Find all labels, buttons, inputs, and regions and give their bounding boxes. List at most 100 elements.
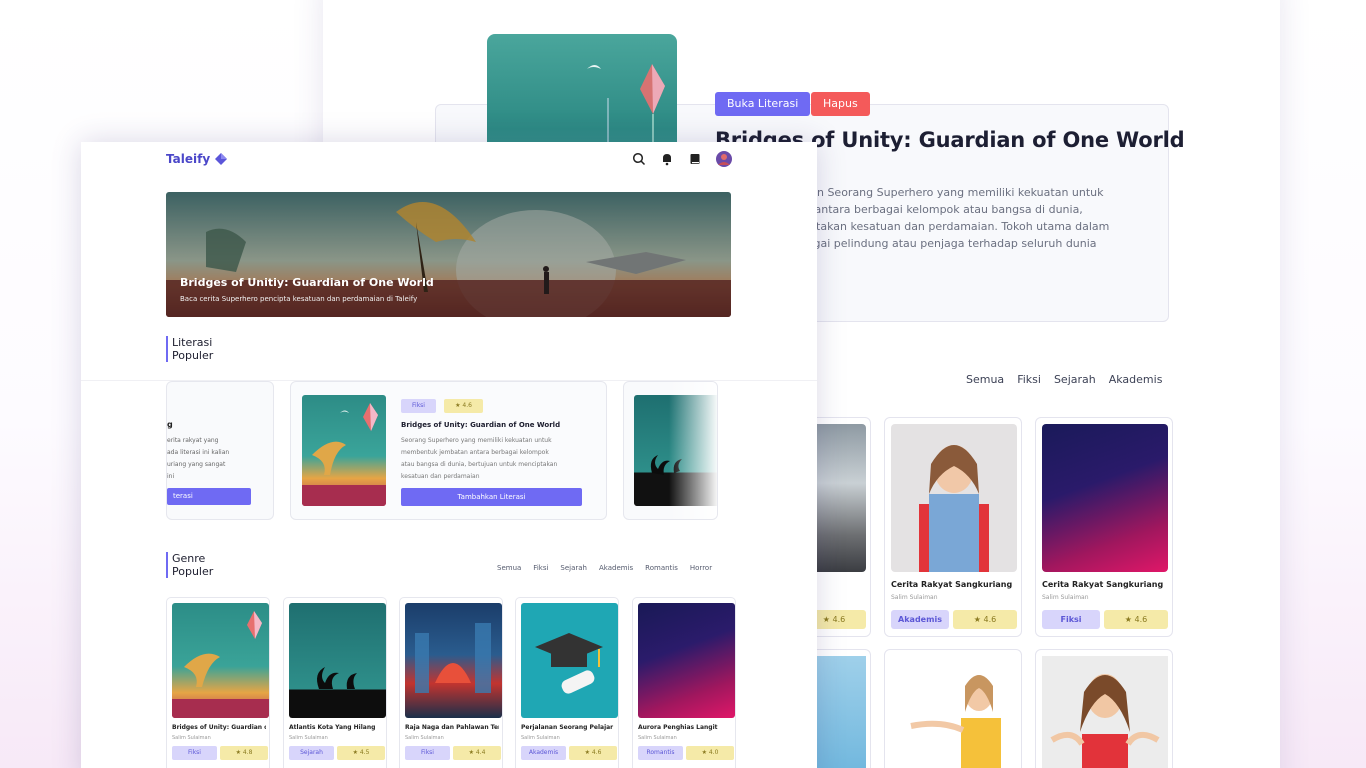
- desc-line: ebagai pelindung atau penjaga terhadap s…: [793, 237, 1097, 250]
- hero-subtitle: Baca cerita Superhero pencipta kesatuan …: [180, 295, 418, 303]
- star-icon: ★: [352, 749, 360, 756]
- genre-badge[interactable]: Fiksi: [405, 746, 450, 760]
- book-author: Salim Sulaiman: [521, 735, 560, 741]
- tab-sejarah[interactable]: Sejarah: [560, 564, 587, 572]
- tab-akademis[interactable]: Akademis: [599, 564, 633, 572]
- genre-badge[interactable]: Romantis: [638, 746, 683, 760]
- slide-cover: [302, 395, 386, 506]
- genre-badge[interactable]: Sejarah: [289, 746, 334, 760]
- carousel-slide[interactable]: [623, 381, 718, 520]
- open-literacy-button[interactable]: Buka Literasi: [715, 92, 811, 116]
- desc-line: takan Seorang Superhero yang memiliki ke…: [793, 186, 1104, 199]
- add-literacy-button[interactable]: terasi: [167, 488, 251, 505]
- avatar[interactable]: [716, 151, 732, 167]
- book-title: Aurora Penghias Langit: [638, 724, 718, 731]
- book-title: Atlantis Kota Yang Hilang: [289, 724, 376, 731]
- book-icon[interactable]: [688, 151, 702, 165]
- genre-badge[interactable]: Fiksi: [172, 746, 217, 760]
- desc-line: Seorang Superhero yang memiliki kekuatan…: [401, 437, 552, 444]
- hero-banner[interactable]: Bridges of Unitiy: Guardian of One World…: [166, 192, 731, 317]
- rating-value: 4.6: [1134, 615, 1148, 624]
- rating-value: 4.6: [832, 615, 846, 624]
- rating-value: 4.4: [475, 749, 486, 756]
- book-title: Perjalanan Seorang Pelajar: [521, 724, 614, 731]
- genre-badge[interactable]: Fiksi: [401, 399, 436, 413]
- add-literacy-button[interactable]: Tambahkan Literasi: [401, 488, 582, 506]
- section-title-literasi: Literasi Populer: [166, 336, 213, 362]
- book-author: Salim Sulaiman: [638, 735, 677, 741]
- rating-badge: ★ 4.4: [453, 746, 501, 760]
- book-card[interactable]: Cerita Rakyat Sangkuriang Salim Sulaiman…: [1035, 417, 1173, 637]
- diamond-logo-icon: [215, 153, 228, 165]
- slide-title: Bridges of Unity: Guardian of One World: [401, 421, 561, 429]
- hero-title: Bridges of Unitiy: Guardian of One World: [180, 276, 434, 289]
- rating-badge: ★ 4.5: [337, 746, 385, 760]
- book-cover: [891, 424, 1017, 572]
- genre-badge[interactable]: Akademis: [521, 746, 566, 760]
- tab-fiksi[interactable]: Fiksi: [1017, 373, 1041, 386]
- rating-value: 4.5: [359, 749, 370, 756]
- desc-line: nciptakan kesatuan dan perdamaian. Tokoh…: [793, 220, 1110, 233]
- carousel-slide-active[interactable]: Fiksi ★ 4.6 Bridges of Unity: Guardian o…: [290, 381, 607, 520]
- desc-line: atau bangsa di dunia, bertujuan untuk me…: [401, 461, 558, 468]
- back-genre-tabs: Semua Fiksi Sejarah Akademis: [966, 373, 1162, 386]
- book-cover: [891, 656, 1017, 768]
- book-title: Cerita Rakyat Sangkuriang: [891, 580, 1013, 589]
- rating-value: 4.6: [462, 402, 472, 409]
- book-title: Raja Naga dan Pahlawan Ter...: [405, 724, 499, 731]
- book-card[interactable]: Perjalanan Seorang Pelajar Salim Sulaima…: [515, 597, 619, 768]
- book-card[interactable]: Bridges of Unity: Guardian of ... Salim …: [166, 597, 270, 768]
- desc-line: ada literasi ini kalian: [167, 449, 230, 456]
- rating-badge: ★ 4.8: [220, 746, 268, 760]
- book-title: Bridges of Unity: Guardian of ...: [172, 724, 266, 731]
- rating-value: 4.0: [708, 749, 719, 756]
- section-title-line: Literasi: [172, 336, 213, 349]
- book-card[interactable]: Raja Naga dan Pahlawan Ter... Salim Sula…: [399, 597, 503, 768]
- rating-badge: ★ 4.6: [444, 399, 483, 413]
- desc-line: erita rakyat yang: [167, 437, 219, 444]
- genre-badge[interactable]: Akademis: [891, 610, 949, 629]
- carousel-slide[interactable]: g erita rakyat yang ada literasi ini kal…: [166, 381, 274, 520]
- desc-line: uriang yang sangat: [167, 461, 226, 468]
- book-author: Salim Sulaiman: [289, 735, 328, 741]
- book-cover: [1042, 424, 1168, 572]
- star-icon: ★: [235, 749, 243, 756]
- book-card[interactable]: Cerita Rakyat Sangkuriang Salim Sulaiman…: [884, 417, 1022, 637]
- delete-button[interactable]: Hapus: [811, 92, 870, 116]
- desc-line: kesatuan dan perdamaian: [401, 473, 480, 480]
- book-card[interactable]: Aurora Penghias Langit Salim Sulaiman Ro…: [632, 597, 736, 768]
- genre-badge[interactable]: Fiksi: [1042, 610, 1100, 629]
- tab-horror[interactable]: Horror: [690, 564, 712, 572]
- book-cover: [1042, 656, 1168, 768]
- tab-semua[interactable]: Semua: [966, 373, 1004, 386]
- tab-fiksi[interactable]: Fiksi: [533, 564, 548, 572]
- book-card[interactable]: [884, 649, 1022, 768]
- book-card[interactable]: [1035, 649, 1173, 768]
- rating-badge: ★ 4.6: [569, 746, 617, 760]
- slide-description: erita rakyat yang ada literasi ini kalia…: [167, 435, 229, 483]
- book-cover: [638, 603, 735, 718]
- book-author: Salim Sulaiman: [172, 735, 211, 741]
- book-card[interactable]: Atlantis Kota Yang Hilang Salim Sulaiman…: [283, 597, 387, 768]
- star-icon: ★: [584, 749, 592, 756]
- section-title-line: Populer: [172, 349, 214, 362]
- search-icon[interactable]: [632, 151, 646, 166]
- section-title-line: Populer: [172, 565, 214, 578]
- book-title: Cerita Rakyat Sangkuriang: [1042, 580, 1164, 589]
- brand-name: Taleify: [166, 152, 211, 166]
- desc-line: tan antara berbagai kelompok atau bangsa…: [793, 203, 1083, 216]
- tab-romantis[interactable]: Romantis: [645, 564, 678, 572]
- nav-icons: [632, 151, 732, 167]
- rating-value: 4.6: [591, 749, 602, 756]
- tab-sejarah[interactable]: Sejarah: [1054, 373, 1096, 386]
- book-description: takan Seorang Superhero yang memiliki ke…: [793, 184, 1116, 252]
- brand-logo[interactable]: Taleify: [166, 152, 228, 166]
- bell-icon[interactable]: [660, 151, 674, 166]
- desc-line: ini: [167, 473, 175, 480]
- slide-title: g: [167, 420, 173, 429]
- book-cover: [521, 603, 618, 718]
- tab-semua[interactable]: Semua: [497, 564, 521, 572]
- desc-line: membentuk jembatan antara berbagai kelom…: [401, 449, 549, 456]
- tab-akademis[interactable]: Akademis: [1109, 373, 1163, 386]
- section-title-line: Genre: [172, 552, 206, 565]
